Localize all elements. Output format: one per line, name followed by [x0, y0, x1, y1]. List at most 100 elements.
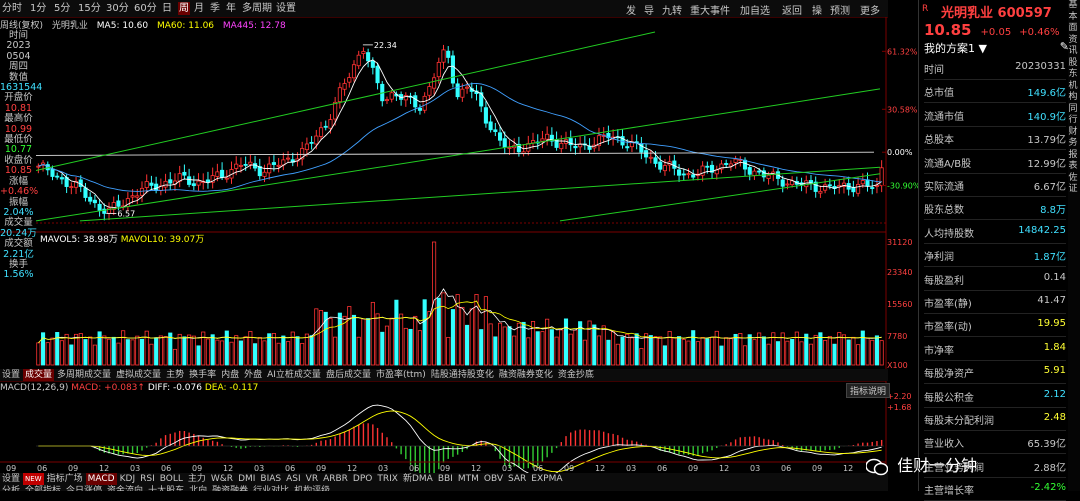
x-axis-label: 09 — [564, 464, 574, 473]
analysis-tab-4[interactable]: 十大股东 — [146, 485, 186, 491]
indicator-tab-0[interactable]: 设置 — [0, 473, 22, 485]
volume-tick-2: 15560 — [887, 300, 912, 309]
volume-tab-4[interactable]: 主势 — [164, 369, 186, 381]
candle-body — [97, 203, 102, 211]
indicator-tab-1[interactable]: NEW — [23, 473, 44, 485]
volume-tab-1[interactable]: 成交量 — [23, 369, 55, 381]
indicator-tab-5[interactable]: RSI — [138, 473, 157, 485]
chart-canvas: 61.32% 30.58% 0.00% -30.90% 22.34 6.57 31120 23… — [0, 17, 918, 480]
volume-tab-0[interactable]: 设置 — [0, 369, 22, 381]
indicator-tab-4[interactable]: KDJ — [118, 473, 138, 485]
volume-bar — [191, 335, 196, 366]
indicator-tab-9[interactable]: DMI — [236, 473, 257, 485]
volume-bar — [549, 329, 554, 366]
indicator-tab-7[interactable]: 主力 — [186, 473, 208, 485]
fund-key-16: 营业收入 — [924, 439, 964, 451]
fund-value-9: 0.14 — [1043, 271, 1066, 283]
volume-bar — [318, 310, 324, 366]
volume-tab-5[interactable]: 换手率 — [187, 369, 218, 381]
candle-body — [705, 165, 710, 168]
candle-body — [215, 171, 220, 177]
volume-bar — [714, 330, 719, 366]
side-strip[interactable]: 基本面资讯股东机构同行财务报表佐证 — [1068, 0, 1080, 491]
volume-bar — [121, 330, 126, 366]
volume-bar — [422, 299, 427, 366]
candle-body — [785, 183, 790, 186]
indicator-tab-17[interactable]: BBI — [436, 473, 455, 485]
volume-tab-13[interactable]: 资金抄底 — [556, 369, 596, 381]
volume-tick-4: X100 — [887, 361, 908, 370]
fund-key-3: 总股本 — [924, 135, 954, 147]
analysis-tab-3[interactable]: 资金流向 — [105, 485, 145, 491]
indicator-tab-3[interactable]: MACD — [85, 473, 117, 485]
plan-selector[interactable]: 我的方案1 ▼ ✎ — [924, 40, 1069, 56]
volume-bar — [761, 336, 766, 366]
volume-tick-3: 7780 — [887, 332, 907, 341]
candle-body — [502, 138, 507, 148]
indicator-tab-8[interactable]: W&R — [209, 473, 235, 485]
candle-body — [493, 129, 498, 133]
fund-value-12: 1.84 — [1043, 341, 1066, 353]
volume-bar — [205, 338, 211, 366]
volume-bar — [215, 339, 220, 366]
volume-bar — [865, 337, 870, 366]
volume-tab-8[interactable]: AI立桩成交量 — [265, 369, 323, 381]
indicator-tab-18[interactable]: MTM — [456, 473, 481, 485]
volume-bar — [662, 345, 667, 366]
volume-bar — [860, 330, 865, 366]
candle-body — [135, 195, 140, 198]
volume-tab-10[interactable]: 市盈率(ttm) — [374, 369, 428, 381]
volume-bar — [154, 337, 159, 366]
indicator-tab-6[interactable]: BOLL — [158, 473, 185, 485]
indicator-tab-11[interactable]: ASI — [284, 473, 303, 485]
volume-bar — [634, 333, 639, 366]
indicator-explain-button[interactable]: 指标说明 — [846, 383, 891, 398]
indicator-tab-21[interactable]: EXPMA — [529, 473, 564, 485]
volume-bar — [257, 337, 262, 366]
candle-body — [865, 179, 870, 187]
analysis-tab-6[interactable]: 融资融券 — [210, 485, 250, 491]
indicator-tab-15[interactable]: TRIX — [375, 473, 400, 485]
analysis-tab-8[interactable]: 机构评级 — [292, 485, 332, 491]
fund-key-4: 流通A/B股 — [924, 158, 972, 170]
analysis-tab-1[interactable]: 全部指标 — [23, 485, 63, 491]
volume-bar — [870, 339, 875, 366]
indicator-tab-19[interactable]: OBV — [482, 473, 505, 485]
indicator-tab-10[interactable]: BIAS — [258, 473, 283, 485]
analysis-tab-2[interactable]: 今日涨停 — [64, 485, 104, 491]
analysis-tab-7[interactable]: 行业对比 — [251, 485, 291, 491]
candle-body — [625, 146, 630, 149]
fund-row: 流通市值 140.9亿 — [924, 103, 1066, 127]
fund-value-5: 6.67亿 — [1033, 182, 1066, 193]
x-axis-label: 12 — [595, 464, 605, 473]
indicator-tab-2[interactable]: 指标广场 — [45, 473, 85, 485]
fund-key-9: 每股盈利 — [924, 275, 964, 287]
volume-bar — [554, 336, 559, 366]
indicator-tab-20[interactable]: SAR — [506, 473, 528, 485]
plan-name: 我的方案1 — [924, 42, 975, 55]
volume-tab-12[interactable]: 融资融券变化 — [497, 369, 555, 381]
indicator-tab-16[interactable]: 新DMA — [401, 473, 435, 485]
volume-bar — [314, 308, 319, 366]
x-axis-label: 06 — [37, 464, 47, 473]
candle-body — [733, 158, 738, 163]
volume-tab-11[interactable]: 陆股通持股变化 — [429, 369, 496, 381]
analysis-tab-0[interactable]: 分析 — [0, 485, 22, 491]
volume-bar — [648, 335, 653, 366]
volume-tab-3[interactable]: 虚拟成交量 — [114, 369, 163, 381]
candle-body — [483, 107, 488, 124]
candle-body — [116, 200, 121, 207]
candle-body — [366, 52, 371, 62]
quote-panel: R 光明乳业 600597 10.85 +0.05 +0.46% 我的方案1 ▼… — [918, 0, 1080, 501]
candle-body — [154, 183, 159, 191]
volume-tab-2[interactable]: 多周期成交量 — [55, 369, 113, 381]
indicator-tab-13[interactable]: ARBR — [321, 473, 350, 485]
indicator-tab-12[interactable]: VR — [304, 473, 320, 485]
side-strip-text: 基本面资讯股东机构同行财务报表佐证 — [1068, 0, 1078, 194]
indicator-tab-14[interactable]: DPO — [351, 473, 374, 485]
analysis-tab-5[interactable]: 北向 — [187, 485, 209, 491]
volume-tab-6[interactable]: 内盘 — [219, 369, 241, 381]
volume-tab-9[interactable]: 盘后成交量 — [324, 369, 373, 381]
volume-tab-7[interactable]: 外盘 — [242, 369, 264, 381]
fund-value-3: 13.79亿 — [1027, 135, 1066, 147]
